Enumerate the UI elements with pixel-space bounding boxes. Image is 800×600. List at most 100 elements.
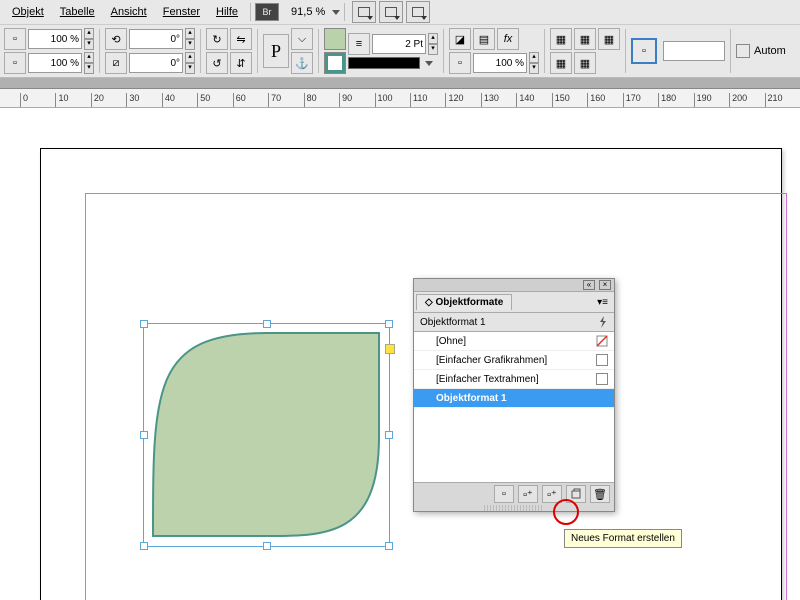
anchor-icon[interactable]: ⚓	[291, 52, 313, 74]
textframe-icon	[596, 373, 608, 385]
list-item[interactable]: [Einfacher Textrahmen]	[414, 370, 614, 389]
angle-input-2[interactable]: 0°	[129, 53, 183, 73]
divider	[99, 29, 100, 73]
auto-checkbox[interactable]	[736, 44, 750, 58]
tooltip: Neues Format erstellen	[564, 529, 682, 548]
arrange-button[interactable]	[379, 1, 403, 23]
none-icon	[596, 335, 608, 347]
resize-handle[interactable]	[385, 542, 393, 550]
stepper[interactable]: ▴▾	[84, 52, 94, 74]
panel-current-style: Objektformat 1	[414, 313, 614, 332]
divider	[200, 29, 201, 73]
wrap-jump-icon[interactable]: ▦	[550, 52, 572, 74]
separator	[250, 3, 251, 21]
opacity-input-2[interactable]: 100 %	[28, 53, 82, 73]
control-toolbar: ▫100 %▴▾ ▫100 %▴▾ ⟲0°▴▾ ⧄0°▴▾ ↻ ⇋ ↺ ⇵ P …	[0, 25, 800, 78]
panel-titlebar[interactable]: « ×	[414, 279, 614, 292]
x-icon: ▫	[4, 28, 26, 50]
stepper[interactable]: ▴▾	[428, 33, 438, 55]
drop-shadow-icon[interactable]: ▤	[473, 28, 495, 50]
frame-icon	[596, 354, 608, 366]
zoom-display[interactable]: 91,5 %	[287, 4, 329, 20]
stroke-swatch[interactable]	[324, 52, 346, 74]
default-text-button[interactable]: ▫⁺	[542, 485, 562, 503]
flip-v-icon[interactable]: ⇵	[230, 52, 252, 74]
effects-icon[interactable]: ◪	[449, 28, 471, 50]
wrap-bbox-icon[interactable]: ▦	[574, 28, 596, 50]
resize-handle[interactable]	[263, 320, 271, 328]
clear-override-button[interactable]: ▫	[494, 485, 514, 503]
divider	[443, 29, 444, 73]
stepper[interactable]: ▴▾	[185, 28, 195, 50]
trash-button[interactable]: 🗑	[590, 485, 610, 503]
auto-label: Autom	[754, 45, 786, 57]
menu-tabelle[interactable]: Tabelle	[52, 4, 103, 20]
panel-footer: ▫ ▫⁺ ▫⁺ 🗑	[414, 482, 614, 505]
list-item[interactable]: [Einfacher Grafikrahmen]	[414, 351, 614, 370]
wrap-shape-icon[interactable]: ▦	[598, 28, 620, 50]
workspace-button[interactable]	[406, 1, 430, 23]
frame-fit-icon[interactable]: ▫	[631, 38, 657, 64]
stroke-style-preview[interactable]	[348, 57, 420, 69]
panel-grip[interactable]	[484, 505, 544, 511]
wrap-none-icon[interactable]: ▦	[550, 28, 572, 50]
menu-ansicht[interactable]: Ansicht	[103, 4, 155, 20]
object-styles-panel: « × ◇ Objektformate ▾≡ Objektformat 1 [O…	[413, 278, 615, 512]
paragraph-styles-icon[interactable]: P	[263, 34, 289, 68]
bridge-button[interactable]: Br	[255, 3, 279, 21]
fx-icon[interactable]: fx	[497, 28, 519, 50]
angle-input-1[interactable]: 0°	[129, 29, 183, 49]
menu-hilfe[interactable]: Hilfe	[208, 4, 246, 20]
menu-objekt[interactable]: Objekt	[4, 4, 52, 20]
tab-objektformate[interactable]: ◇ Objektformate	[416, 294, 512, 310]
opacity-input-3[interactable]: 100 %	[473, 53, 527, 73]
shear-icon: ⧄	[105, 52, 127, 74]
dropdown-icon[interactable]	[425, 61, 433, 66]
document-canvas[interactable]: « × ◇ Objektformate ▾≡ Objektformat 1 [O…	[0, 108, 800, 600]
close-icon[interactable]: ×	[599, 280, 611, 290]
resize-handle[interactable]	[385, 431, 393, 439]
divider	[544, 29, 545, 73]
divider	[257, 29, 258, 73]
divider	[730, 29, 731, 73]
default-graphic-button[interactable]: ▫⁺	[518, 485, 538, 503]
current-style-label: Objektformat 1	[420, 317, 486, 328]
divider	[318, 29, 319, 73]
list-item[interactable]: [Ohne]	[414, 332, 614, 351]
screen-mode-button[interactable]	[352, 1, 376, 23]
list-item-selected[interactable]: Objektformat 1	[414, 389, 614, 408]
wrap-next-icon[interactable]: ▦	[574, 52, 596, 74]
divider	[625, 29, 626, 73]
stroke-weight-icon: ≡	[348, 33, 370, 55]
resize-handle[interactable]	[140, 320, 148, 328]
horizontal-ruler[interactable]: 0102030405060708090100110120130140150160…	[0, 89, 800, 108]
collapse-icon[interactable]: «	[583, 280, 595, 290]
resize-handle[interactable]	[385, 320, 393, 328]
separator	[344, 3, 345, 21]
stepper[interactable]: ▴▾	[84, 28, 94, 50]
fill-swatch[interactable]	[324, 28, 346, 50]
stepper[interactable]: ▴▾	[185, 52, 195, 74]
resize-handle[interactable]	[140, 542, 148, 550]
zoom-dropdown-icon[interactable]	[332, 10, 340, 15]
panel-menu-icon[interactable]: ▾≡	[591, 297, 614, 308]
stroke-weight-input[interactable]: 2 Pt	[372, 34, 426, 54]
menu-fenster[interactable]: Fenster	[155, 4, 208, 20]
opacity-input-1[interactable]: 100 %	[28, 29, 82, 49]
rotate-ccw-icon[interactable]: ↺	[206, 52, 228, 74]
menubar: Objekt Tabelle Ansicht Fenster Hilfe Br …	[0, 0, 800, 25]
leaf-shape[interactable]	[147, 327, 385, 542]
new-style-button[interactable]	[566, 485, 586, 503]
styles-list: [Ohne] [Einfacher Grafikrahmen] [Einfach…	[414, 332, 614, 482]
flip-h-icon[interactable]: ⇋	[230, 28, 252, 50]
resize-handle[interactable]	[263, 542, 271, 550]
rotate-icon: ⟲	[105, 28, 127, 50]
corner-options-handle[interactable]	[385, 344, 395, 354]
object-style-field[interactable]	[663, 41, 725, 61]
stepper[interactable]: ▴▾	[529, 52, 539, 74]
structure-icon[interactable]: ⌵	[291, 28, 313, 50]
resize-handle[interactable]	[140, 431, 148, 439]
selected-object-frame[interactable]	[143, 323, 390, 547]
blend-icon: ▫	[449, 52, 471, 74]
rotate-cw-icon[interactable]: ↻	[206, 28, 228, 50]
